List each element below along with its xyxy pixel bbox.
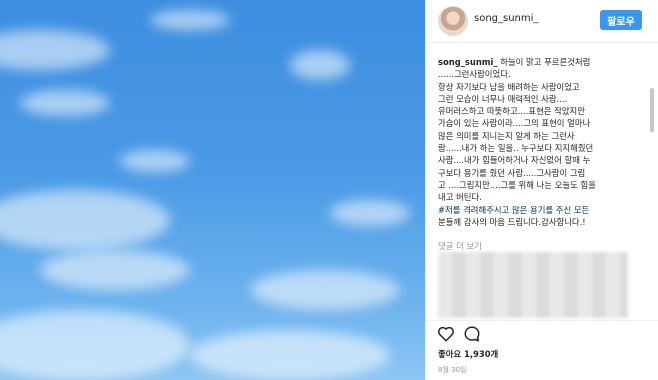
comment-icon[interactable] [462, 325, 482, 345]
action-bar [426, 320, 658, 343]
caption-text: 유머러스하고 따뜻하고....표현은 작았지만 [438, 106, 585, 117]
cloud-decoration [250, 270, 400, 310]
cloud-decoration [20, 90, 110, 116]
avatar[interactable] [438, 6, 468, 36]
follow-button[interactable]: 팔로우 [600, 10, 642, 30]
caption-text: 내고 버틴다. [438, 192, 482, 203]
cloud-decoration [40, 250, 190, 290]
post-header: song_sunmi_ 팔로우 [426, 0, 658, 43]
cloud-decoration [120, 150, 190, 172]
caption-text: 그런 모습이 너무나 매력적인 사람.... [438, 93, 568, 104]
caption-text: 하늘이 맑고 푸르른것처럼 [497, 57, 591, 67]
caption-line: song_sunmi_ 하늘이 맑고 푸르른것처럼 [438, 56, 634, 68]
cloud-decoration [290, 50, 350, 80]
caption-text: 가슴이 있는 사람이라....그의 표현이 얼마나 [438, 118, 591, 129]
hashtag-text[interactable]: #저를 격려해주시고 많은 용기를 주신 모든 [438, 204, 634, 216]
heart-icon-svg [438, 326, 454, 342]
cloud-decoration [0, 190, 170, 250]
blurred-comments [438, 252, 628, 318]
caption-text: 항상 자기보다 남을 배려하는 사람이었고 [438, 81, 580, 92]
post-side-panel: song_sunmi_ 팔로우 song_sunmi_ 하늘이 맑고 푸르른것처… [425, 0, 658, 380]
caption-text: 분들께 감사의 마음 드립니다.감사합니다.! [438, 216, 586, 227]
caption-text: 구보다 용기를 줬던 사람.....그사람이 그립 [438, 167, 586, 178]
caption-text: 고 ....그립지만....그를 위해 나는 오늘도 힘을 [438, 179, 596, 190]
caption-text: 사람....내가 힘들어하거나 자신없어 할때 누 [438, 155, 591, 166]
caption-username[interactable]: song_sunmi_ [438, 57, 498, 67]
username[interactable]: song_sunmi_ [474, 13, 538, 24]
heart-icon[interactable] [436, 325, 456, 345]
cloud-decoration [150, 10, 230, 30]
cloud-decoration [190, 330, 390, 380]
post-date: 8월 30일 [438, 366, 467, 374]
caption-text: 람......내가 하는 일을.. 누구보다 지지해줬던 [438, 143, 594, 154]
cloud-decoration [0, 30, 110, 70]
post-caption: song_sunmi_ 하늘이 맑고 푸르른것처럼 ......그런사람이었다.… [438, 56, 634, 228]
cloud-decoration [0, 310, 190, 380]
post-photo[interactable] [0, 0, 425, 380]
comment-icon-svg [464, 326, 480, 342]
more-comments-link[interactable]: 댓글 더 보기 [438, 240, 482, 252]
scrollbar[interactable] [650, 88, 654, 132]
cloud-decoration [330, 200, 410, 226]
caption-text: 많은 의미를 지니는지 알게 하는 그런사 [438, 130, 575, 141]
caption-text: ......그런사람이었다. [438, 69, 511, 80]
like-count[interactable]: 좋아요 1,930개 [438, 348, 498, 360]
